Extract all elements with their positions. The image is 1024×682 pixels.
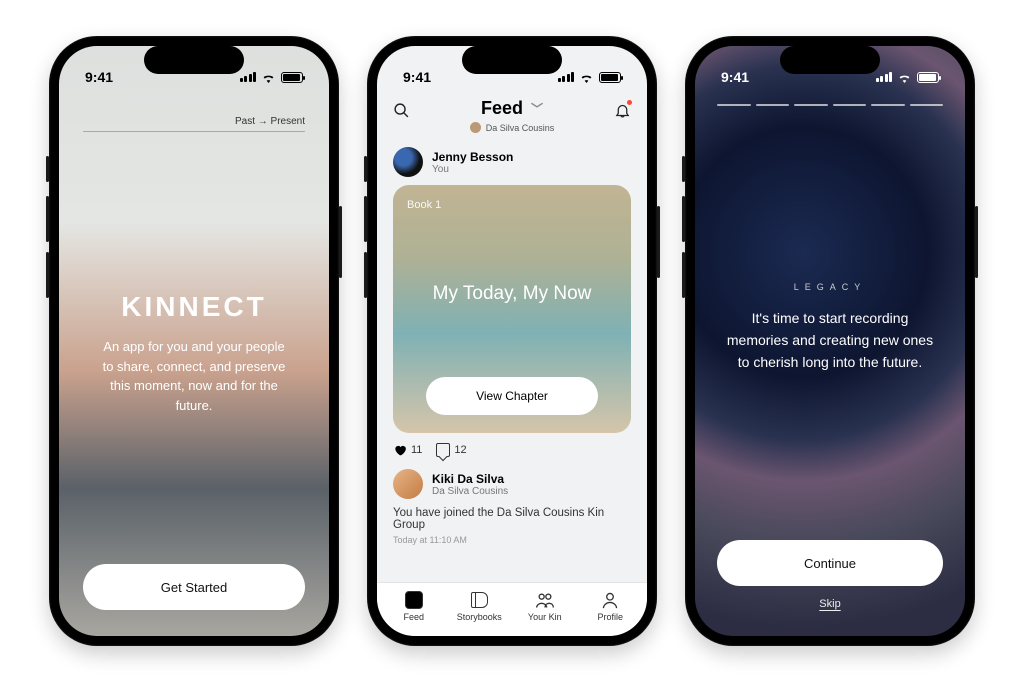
search-icon[interactable] bbox=[393, 102, 410, 124]
post-author[interactable]: Kiki Da Silva Da Silva Cousins bbox=[393, 469, 631, 499]
like-count: 11 bbox=[411, 444, 422, 456]
card-title: My Today, My Now bbox=[407, 211, 617, 377]
post-author[interactable]: Jenny Besson You bbox=[393, 147, 631, 177]
author-sub: Da Silva Cousins bbox=[432, 486, 508, 497]
continue-button[interactable]: Continue bbox=[717, 540, 943, 586]
tab-storybooks[interactable]: Storybooks bbox=[447, 591, 513, 622]
notifications-button[interactable] bbox=[614, 102, 631, 124]
post-body: You have joined the Da Silva Cousins Kin… bbox=[393, 507, 631, 531]
story-progress[interactable] bbox=[717, 104, 943, 106]
cellular-icon bbox=[240, 72, 257, 82]
post-timestamp: Today at 11:10 AM bbox=[393, 535, 631, 545]
battery-icon bbox=[917, 72, 939, 83]
get-started-button[interactable]: Get Started bbox=[83, 564, 305, 610]
tab-label: Storybooks bbox=[457, 612, 502, 622]
tab-bar: Feed Storybooks Your Kin Profile bbox=[377, 582, 647, 636]
status-time: 9:41 bbox=[85, 69, 113, 85]
tab-profile[interactable]: Profile bbox=[578, 591, 644, 622]
timeline-label: Past → Present bbox=[235, 116, 305, 127]
eyebrow-label: LEGACY bbox=[794, 282, 867, 292]
tab-feed[interactable]: Feed bbox=[381, 591, 447, 622]
status-time: 9:41 bbox=[403, 69, 431, 85]
author-name: Kiki Da Silva bbox=[432, 472, 508, 486]
battery-icon bbox=[281, 72, 303, 83]
comment-icon bbox=[436, 443, 450, 457]
cellular-icon bbox=[558, 72, 575, 82]
chevron-down-icon: ﹀ bbox=[531, 100, 543, 117]
book-icon bbox=[471, 592, 488, 608]
cellular-icon bbox=[876, 72, 893, 82]
people-icon bbox=[535, 591, 555, 609]
author-name: Jenny Besson bbox=[432, 150, 513, 164]
divider bbox=[83, 131, 305, 132]
status-icons bbox=[240, 72, 304, 83]
group-avatar bbox=[470, 122, 481, 133]
dynamic-island bbox=[462, 46, 562, 74]
tab-label: Profile bbox=[597, 612, 623, 622]
like-button[interactable]: 11 bbox=[393, 443, 422, 457]
tab-label: Feed bbox=[403, 612, 424, 622]
feed-icon bbox=[405, 591, 423, 609]
comment-count: 12 bbox=[454, 444, 466, 456]
phone-frame-legacy: 9:41 LEGACY It's time to start recording… bbox=[685, 36, 975, 646]
heart-icon bbox=[393, 443, 407, 457]
status-time: 9:41 bbox=[721, 69, 749, 85]
avatar bbox=[393, 147, 423, 177]
current-group[interactable]: Da Silva Cousins bbox=[393, 122, 631, 133]
tab-label: Your Kin bbox=[528, 612, 562, 622]
phone-frame-feed: 9:41 Feed ﹀ Da Silva Cousins bbox=[367, 36, 657, 646]
comment-button[interactable]: 12 bbox=[436, 443, 466, 457]
brand-title: KINNECT bbox=[121, 291, 266, 323]
feed-title: Feed bbox=[481, 98, 523, 119]
notification-badge bbox=[627, 100, 632, 105]
avatar bbox=[393, 469, 423, 499]
dynamic-island bbox=[780, 46, 880, 74]
status-icons bbox=[876, 72, 940, 83]
profile-icon bbox=[600, 591, 620, 609]
author-sub: You bbox=[432, 164, 513, 175]
phone-frame-onboarding: 9:41 Past → Present KINNECT An app for y… bbox=[49, 36, 339, 646]
view-chapter-button[interactable]: View Chapter bbox=[426, 377, 598, 415]
wifi-icon bbox=[897, 72, 912, 83]
skip-link[interactable]: Skip bbox=[717, 598, 943, 610]
card-label: Book 1 bbox=[407, 199, 617, 211]
group-name: Da Silva Cousins bbox=[486, 123, 555, 133]
storybook-card[interactable]: Book 1 My Today, My Now View Chapter bbox=[393, 185, 631, 433]
legacy-body: It's time to start recording memories an… bbox=[726, 308, 934, 373]
battery-icon bbox=[599, 72, 621, 83]
tab-your-kin[interactable]: Your Kin bbox=[512, 591, 578, 622]
feed-title-dropdown[interactable]: Feed ﹀ bbox=[393, 98, 631, 119]
wifi-icon bbox=[261, 72, 276, 83]
dynamic-island bbox=[144, 46, 244, 74]
status-icons bbox=[558, 72, 622, 83]
wifi-icon bbox=[579, 72, 594, 83]
brand-tagline: An app for you and your people to share,… bbox=[100, 337, 289, 415]
